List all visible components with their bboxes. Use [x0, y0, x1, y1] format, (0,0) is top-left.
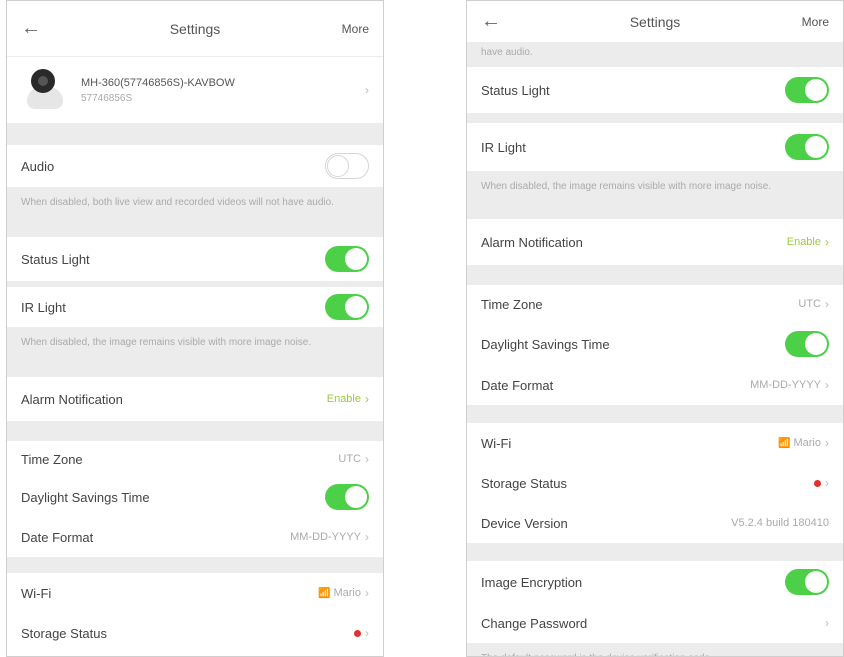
- wifi-label: Wi-Fi: [21, 585, 52, 601]
- audio-note-partial: have audio.: [467, 43, 843, 67]
- status-light-toggle[interactable]: [785, 77, 829, 103]
- change-password-label: Change Password: [481, 615, 588, 631]
- time-zone-row[interactable]: Time Zone UTC ›: [7, 441, 383, 477]
- ir-light-row: IR Light: [467, 123, 843, 171]
- alarm-notification-label: Alarm Notification: [21, 391, 123, 407]
- dst-toggle[interactable]: [785, 331, 829, 357]
- time-zone-row[interactable]: Time Zone UTC ›: [467, 285, 843, 323]
- chevron-right-icon: ›: [825, 235, 829, 249]
- image-encryption-toggle[interactable]: [785, 569, 829, 595]
- chevron-right-icon: ›: [365, 392, 369, 406]
- camera-icon: [21, 67, 67, 113]
- nav-bar: ← Settings More: [467, 1, 843, 43]
- audio-note: When disabled, both live view and record…: [7, 187, 383, 237]
- settings-screen-right: ← Settings More have audio. Status Light…: [466, 0, 844, 657]
- wifi-row[interactable]: Wi-Fi 📶 Mario ›: [7, 573, 383, 613]
- page-title: Settings: [629, 13, 681, 30]
- status-dot-icon: [354, 629, 361, 637]
- ir-light-row: IR Light: [7, 287, 383, 327]
- storage-status-row[interactable]: Storage Status ›: [7, 613, 383, 653]
- storage-status-label: Storage Status: [21, 625, 107, 641]
- alarm-notification-row[interactable]: Alarm Notification Enable ›: [467, 219, 843, 265]
- nav-bar: ← Settings More: [7, 1, 383, 57]
- dst-toggle[interactable]: [325, 484, 369, 510]
- ir-note: When disabled, the image remains visible…: [7, 327, 383, 377]
- image-encryption-label: Image Encryption: [481, 574, 583, 590]
- chevron-right-icon: ›: [365, 83, 369, 97]
- status-dot-icon: [814, 479, 821, 487]
- chevron-right-icon: ›: [825, 476, 829, 490]
- device-info-row[interactable]: MH-360(57746856S)-KAVBOW 57746856S ›: [7, 57, 383, 123]
- audio-row: Audio: [7, 145, 383, 187]
- wifi-value: Mario: [333, 587, 361, 599]
- chevron-right-icon: ›: [825, 297, 829, 311]
- back-arrow-icon[interactable]: ←: [21, 17, 61, 40]
- ir-light-toggle[interactable]: [325, 294, 369, 320]
- chevron-right-icon: ›: [365, 452, 369, 466]
- chevron-right-icon: ›: [825, 436, 829, 450]
- status-light-toggle[interactable]: [325, 246, 369, 272]
- wifi-icon: 📶: [778, 437, 791, 449]
- status-light-label: Status Light: [481, 82, 550, 98]
- time-zone-value: UTC: [338, 453, 361, 465]
- alarm-notification-row[interactable]: Alarm Notification Enable ›: [7, 377, 383, 421]
- wifi-row[interactable]: Wi-Fi 📶 Mario ›: [467, 423, 843, 463]
- date-format-label: Date Format: [481, 377, 554, 393]
- dst-row: Daylight Savings Time: [7, 477, 383, 517]
- alarm-notification-value: Enable: [326, 393, 361, 405]
- ir-light-label: IR Light: [481, 139, 526, 155]
- chevron-right-icon: ›: [365, 530, 369, 544]
- device-name: MH-360(57746856S)-KAVBOW: [81, 76, 235, 89]
- dst-label: Daylight Savings Time: [21, 489, 150, 505]
- password-note: The default password is the device verif…: [467, 643, 843, 656]
- storage-status-row[interactable]: Storage Status ›: [467, 463, 843, 503]
- page-title: Settings: [169, 20, 221, 37]
- device-version-label: Device Version: [481, 515, 568, 531]
- date-format-label: Date Format: [21, 529, 94, 545]
- ir-note: When disabled, the image remains visible…: [467, 171, 843, 219]
- ir-light-label: IR Light: [21, 299, 66, 315]
- alarm-notification-value: Enable: [786, 236, 821, 248]
- status-light-row: Status Light: [7, 237, 383, 281]
- date-format-row[interactable]: Date Format MM-DD-YYYY ›: [467, 365, 843, 405]
- audio-toggle[interactable]: [325, 153, 369, 179]
- chevron-right-icon: ›: [825, 378, 829, 392]
- alarm-notification-label: Alarm Notification: [481, 234, 583, 250]
- dst-row: Daylight Savings Time: [467, 323, 843, 365]
- more-button[interactable]: More: [789, 15, 829, 29]
- chevron-right-icon: ›: [365, 586, 369, 600]
- wifi-value: Mario: [793, 437, 821, 449]
- wifi-label: Wi-Fi: [481, 435, 512, 451]
- chevron-right-icon: ›: [825, 616, 829, 630]
- status-light-label: Status Light: [21, 251, 90, 267]
- time-zone-label: Time Zone: [481, 296, 543, 312]
- more-button[interactable]: More: [329, 22, 369, 36]
- settings-screen-left: ← Settings More MH-360(57746856S)-KAVBOW…: [6, 0, 384, 657]
- device-version-row: Device Version V5.2.4 build 180410: [467, 503, 843, 543]
- chevron-right-icon: ›: [365, 626, 369, 640]
- date-format-value: MM-DD-YYYY: [290, 531, 361, 543]
- status-light-row: Status Light: [467, 67, 843, 113]
- back-arrow-icon[interactable]: ←: [481, 10, 521, 33]
- wifi-icon: 📶: [318, 587, 331, 599]
- date-format-value: MM-DD-YYYY: [750, 379, 821, 391]
- change-password-row[interactable]: Change Password ›: [467, 603, 843, 643]
- time-zone-value: UTC: [798, 298, 821, 310]
- storage-status-label: Storage Status: [481, 475, 567, 491]
- dst-label: Daylight Savings Time: [481, 336, 610, 352]
- device-version-value: V5.2.4 build 180410: [731, 517, 829, 529]
- device-id: 57746856S: [81, 92, 133, 104]
- date-format-row[interactable]: Date Format MM-DD-YYYY ›: [7, 517, 383, 557]
- audio-label: Audio: [21, 158, 55, 174]
- ir-light-toggle[interactable]: [785, 134, 829, 160]
- time-zone-label: Time Zone: [21, 451, 83, 467]
- image-encryption-row: Image Encryption: [467, 561, 843, 603]
